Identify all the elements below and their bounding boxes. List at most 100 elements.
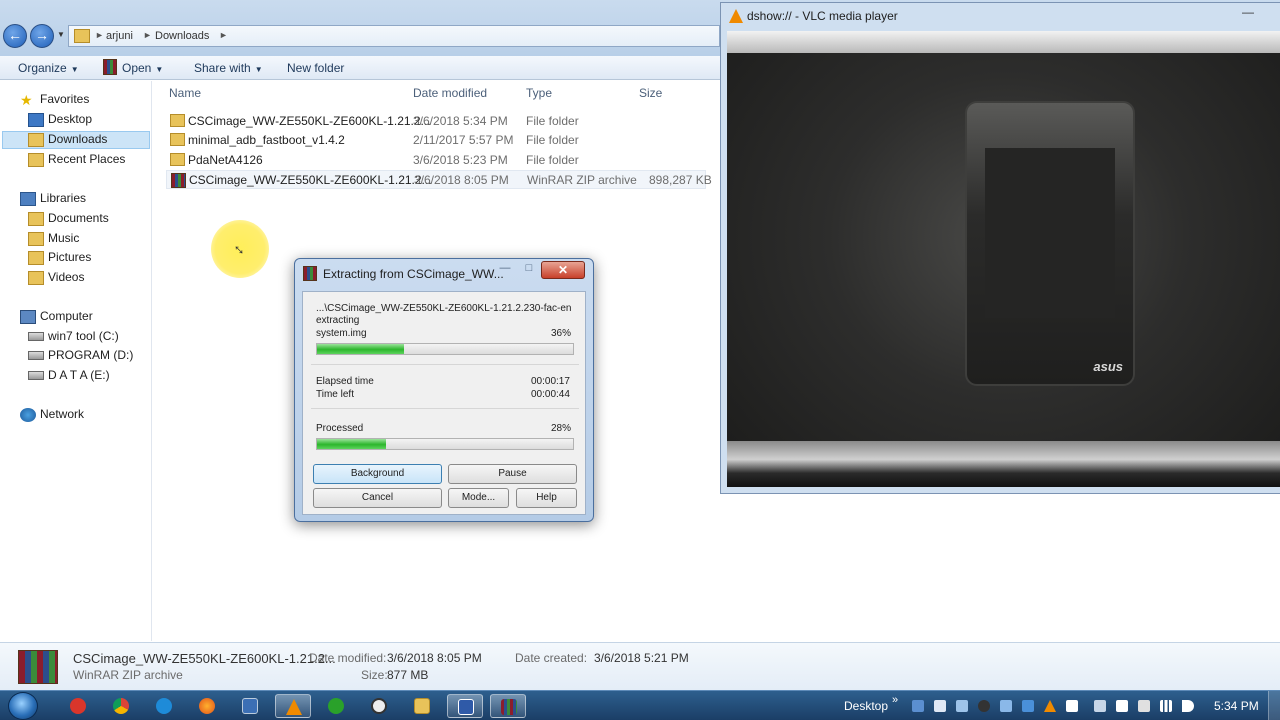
maximize-icon[interactable]: □ — [517, 262, 541, 278]
volume-icon[interactable] — [1182, 700, 1194, 712]
libraries-icon — [20, 191, 36, 206]
file-size: 898,287 KB — [649, 173, 712, 187]
file-date: 3/6/2018 5:23 PM — [413, 153, 508, 167]
show-hidden-icons-icon[interactable] — [1066, 700, 1078, 712]
column-header-date-modified[interactable]: Date modified — [413, 86, 487, 104]
show-desktop-button[interactable] — [1268, 691, 1280, 720]
taskbar-app-button[interactable] — [60, 694, 96, 718]
help-button[interactable]: Help — [516, 488, 577, 508]
action-center-flag-icon[interactable] — [1116, 700, 1128, 712]
nav-computer[interactable]: Computer — [20, 309, 93, 327]
forward-arrow-icon[interactable]: → — [30, 24, 54, 48]
vlc-window-title: dshow:// - VLC media player — [747, 9, 898, 23]
play-icon — [328, 698, 344, 714]
dialog-body: ...\CSCimage_WW-ZE550KL-ZE600KL-1.21.2.2… — [302, 291, 586, 515]
tray-app-icon[interactable] — [956, 700, 968, 712]
share-with-button[interactable]: Share with ▼ — [194, 61, 263, 75]
breadcrumb-arjuni[interactable]: arjuni — [106, 30, 133, 42]
toolbar-chevron-icon[interactable]: » — [892, 694, 898, 706]
taskbar-chrome-button[interactable] — [103, 694, 139, 718]
taskbar-winrar-button[interactable] — [490, 694, 526, 718]
nav-libraries[interactable]: Libraries — [20, 191, 86, 209]
nav-computer-label: Computer — [40, 309, 93, 323]
nav-recent-places[interactable]: Recent Places — [28, 152, 125, 170]
file-row-selected[interactable]: CSCimage_WW-ZE550KL-ZE600KL-1.21.2... 3/… — [166, 170, 712, 189]
file-percent: 36% — [551, 328, 572, 339]
taskbar-firefox-button[interactable] — [189, 694, 225, 718]
background-button[interactable]: Background — [313, 464, 442, 484]
tray-app-icon[interactable] — [1094, 700, 1106, 712]
clock[interactable]: 5:34 PM — [1214, 699, 1259, 713]
tray-app-icon[interactable] — [1022, 700, 1034, 712]
videos-icon — [28, 270, 44, 285]
organize-button[interactable]: Organize ▼ — [18, 61, 79, 75]
documents-icon — [28, 211, 44, 226]
minimize-icon[interactable]: — — [1237, 5, 1259, 21]
computer-icon — [20, 309, 36, 324]
network-icon — [20, 407, 36, 422]
breadcrumb-separator-icon[interactable]: ► — [143, 30, 152, 40]
nav-desktop[interactable]: Desktop — [28, 112, 92, 130]
column-header-size[interactable]: Size — [639, 86, 662, 104]
taskbar-explorer-button[interactable] — [404, 694, 440, 718]
tray-app-icon[interactable] — [934, 700, 946, 712]
firefox-icon — [199, 698, 215, 714]
taskbar-media-button[interactable] — [318, 694, 354, 718]
nav-documents[interactable]: Documents — [28, 211, 109, 229]
app-icon — [458, 699, 474, 715]
file-row[interactable]: minimal_adb_fastboot_v1.4.2 2/11/2017 5:… — [166, 131, 706, 150]
tray-vlc-icon[interactable] — [1044, 700, 1056, 712]
close-button[interactable]: ✕ — [541, 261, 585, 279]
nav-music-label: Music — [48, 231, 80, 245]
taskbar-ie-button[interactable] — [146, 694, 182, 718]
clock-icon — [371, 698, 387, 714]
taskbar-vlc-button[interactable] — [275, 694, 311, 718]
new-folder-button[interactable]: New folder — [287, 61, 344, 75]
nav-videos[interactable]: Videos — [28, 270, 84, 288]
file-row[interactable]: CSCimage_WW-ZE550KL-ZE600KL-1.21.2... 3/… — [166, 112, 706, 131]
recent-pages-chevron-icon[interactable]: ▼ — [57, 30, 65, 39]
file-progress-fill — [317, 344, 405, 354]
minimize-icon[interactable]: — — [493, 262, 517, 278]
winrar-icon — [103, 59, 117, 75]
open-label: Open — [122, 61, 152, 75]
cancel-button[interactable]: Cancel — [313, 488, 442, 508]
nav-drive-e[interactable]: D A T A (E:) — [28, 368, 110, 386]
nav-pictures[interactable]: Pictures — [28, 250, 91, 268]
breadcrumb-downloads[interactable]: Downloads — [155, 30, 209, 42]
pause-button[interactable]: Pause — [448, 464, 577, 484]
nav-downloads[interactable]: Downloads — [2, 131, 150, 149]
vlc-video-area[interactable]: asus — [727, 31, 1280, 487]
network-signal-icon[interactable] — [1160, 700, 1172, 712]
start-button[interactable] — [8, 692, 38, 720]
column-header-name[interactable]: Name — [169, 86, 201, 104]
dialog-title: Extracting from CSCimage_WW... — [323, 267, 504, 281]
back-arrow-icon[interactable]: ← — [3, 24, 27, 48]
column-header-type[interactable]: Type — [526, 86, 552, 104]
tray-app-icon[interactable] — [912, 700, 924, 712]
nav-music[interactable]: Music — [28, 231, 79, 249]
vlc-window[interactable]: dshow:// - VLC media player — asus — [720, 2, 1280, 494]
open-button[interactable]: Open ▼ — [122, 61, 163, 75]
breadcrumb-separator-icon[interactable]: ► — [95, 30, 104, 40]
nav-favorites[interactable]: ★ Favorites — [20, 92, 89, 110]
processed-percent: 28% — [551, 423, 572, 434]
tray-app-icon[interactable] — [1000, 700, 1012, 712]
usb-icon[interactable] — [1138, 700, 1150, 712]
taskbar-clock-app-button[interactable] — [361, 694, 397, 718]
time-left-label: Time left — [316, 389, 354, 400]
tray-media-icon[interactable] — [978, 700, 990, 712]
winrar-archive-icon — [18, 650, 58, 684]
taskbar-app-button[interactable] — [232, 694, 268, 718]
nav-drive-d[interactable]: PROGRAM (D:) — [28, 348, 133, 366]
mode-button[interactable]: Mode... — [448, 488, 509, 508]
nav-documents-label: Documents — [48, 211, 109, 225]
desktop-toolbar[interactable]: Desktop — [844, 699, 888, 713]
nav-drive-c[interactable]: win7 tool (C:) — [28, 329, 119, 347]
time-left-value: 00:00:44 — [531, 389, 570, 400]
file-row[interactable]: PdaNetA4126 3/6/2018 5:23 PM File folder — [166, 151, 706, 170]
address-bar[interactable]: ► arjuni ► Downloads ► — [68, 25, 720, 47]
taskbar-app-button[interactable] — [447, 694, 483, 718]
breadcrumb-separator-icon[interactable]: ► — [219, 30, 228, 40]
nav-network[interactable]: Network — [20, 407, 84, 425]
